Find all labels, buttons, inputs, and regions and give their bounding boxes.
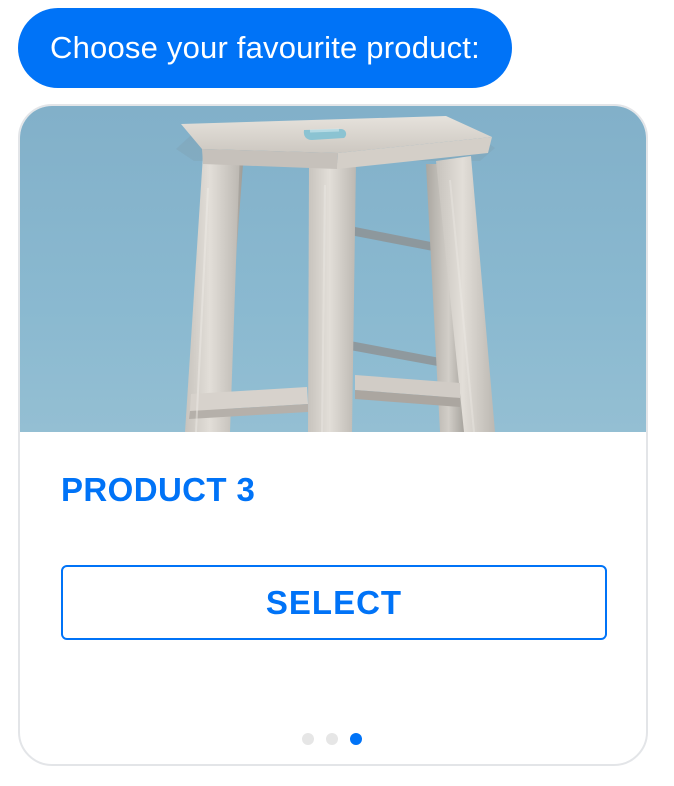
product-title: PRODUCT 3 xyxy=(61,471,256,508)
product-image[interactable] xyxy=(20,106,646,432)
carousel-pagination[interactable] xyxy=(302,733,362,745)
select-button[interactable]: SELECT xyxy=(61,565,607,640)
product-card[interactable]: PRODUCT 3 SELECT xyxy=(18,104,648,766)
pagination-dot-2[interactable] xyxy=(326,733,338,745)
stool-photo-icon xyxy=(176,116,495,432)
chat-message-bubble: Choose your favourite product: xyxy=(18,8,512,88)
pagination-dot-3[interactable] xyxy=(350,733,362,745)
chat-message-text: Choose your favourite product: xyxy=(50,30,480,65)
select-button-label: SELECT xyxy=(265,583,403,621)
chat-screen: Choose your favourite product: PRODUCT 3… xyxy=(0,0,674,786)
pagination-dot-1[interactable] xyxy=(302,733,314,745)
